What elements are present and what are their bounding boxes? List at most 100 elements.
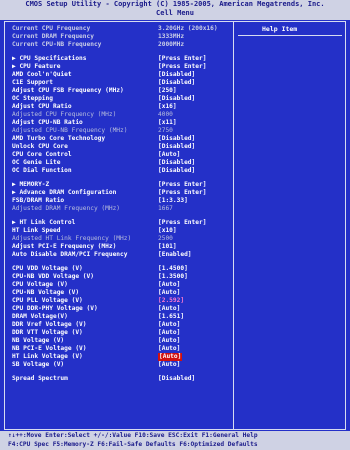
setting-row-ddr-vref-voltage-v[interactable]: DDR Vref Voltage (V) [Auto] — [8, 321, 232, 329]
setting-value: 1333MHz — [158, 33, 185, 40]
setting-value[interactable]: [101] — [158, 243, 177, 251]
setting-row-ht-link-voltage-v[interactable]: HT Link Voltage (V) [Auto] — [8, 353, 232, 361]
setting-row-spread-spectrum[interactable]: Spread Spectrum [Disabled] — [8, 375, 232, 383]
setting-value[interactable]: [Auto] — [158, 353, 183, 361]
setting-value[interactable]: [Auto] — [158, 321, 180, 329]
setting-label: Adjust PCI-E Frequency (MHz) — [12, 243, 117, 250]
setting-row-fsb-dram-ratio[interactable]: FSB/DRAM Ratio [1:3.33] — [8, 197, 232, 205]
setting-value: 2750 — [158, 127, 173, 134]
setting-row-advance-dram-configuration[interactable]: ▶ Advance DRAM Configuration [Press Enter… — [8, 189, 232, 197]
setting-value[interactable]: [Enabled] — [158, 251, 192, 259]
setting-label: ▶ MEMORY-Z — [12, 181, 50, 188]
setting-label: AMD Turbo Core Technology — [12, 135, 106, 142]
setting-label: Spread Spectrum — [12, 375, 68, 382]
setting-row-ddr-vtt-voltage-v[interactable]: DDR VTT Voltage (V) [Auto] — [8, 329, 232, 337]
setting-row-ht-link-speed[interactable]: HT Link Speed [x10] — [8, 227, 232, 235]
setting-value[interactable]: [x11] — [158, 119, 177, 127]
setting-value[interactable]: [Press Enter] — [158, 55, 206, 63]
setting-value[interactable]: [Auto] — [158, 361, 180, 369]
setting-row-oc-stepping[interactable]: OC Stepping [Disabled] — [8, 95, 232, 103]
setting-value[interactable]: [Auto] — [158, 281, 180, 289]
setting-label: CPU Voltage (V) — [12, 281, 68, 288]
setting-value[interactable]: [x16] — [158, 103, 177, 111]
setting-value[interactable]: [Press Enter] — [158, 181, 206, 189]
setting-label: Adjusted DRAM Frequency (MHz) — [12, 205, 121, 212]
setting-label: CPU PLL Voltage (V) — [12, 297, 83, 304]
setting-value[interactable]: [1.651] — [158, 313, 184, 321]
setting-value[interactable]: [Disabled] — [158, 143, 195, 151]
setting-label: Auto Disable DRAM/PCI Frequency — [12, 251, 128, 258]
setting-row-oc-dial-function[interactable]: OC Dial Function [Disabled] — [8, 167, 232, 175]
setting-row-amd-cool-n-quiet[interactable]: AMD Cool'n'Quiet [Disabled] — [8, 71, 232, 79]
setting-value[interactable]: [250] — [158, 87, 177, 95]
setting-row-cpu-vdd-voltage-v[interactable]: CPU VDD Voltage (V) [1.4500] — [8, 265, 232, 273]
setting-row-cpu-voltage-v[interactable]: CPU Voltage (V) [Auto] — [8, 281, 232, 289]
setting-row-nb-pci-e-voltage-v[interactable]: NB PCI-E Voltage (V) [Auto] — [8, 345, 232, 353]
setting-row-cpu-nb-vdd-voltage-v[interactable]: CPU-NB VDD Voltage (V) [1.3500] — [8, 273, 232, 281]
setting-label: Adjusted HT Link Frequency (MHz) — [12, 235, 132, 242]
setting-row-adjust-cpu-ratio[interactable]: Adjust CPU Ratio [x16] — [8, 103, 232, 111]
setting-label: FSB/DRAM Ratio — [12, 197, 65, 204]
setting-label: NB PCI-E Voltage (V) — [12, 345, 87, 352]
setting-row-unlock-cpu-core[interactable]: Unlock CPU Core [Disabled] — [8, 143, 232, 151]
setting-row-dram-voltage-v[interactable]: DRAM Voltage(V) [1.651] — [8, 313, 232, 321]
setting-label: CPU DDR-PHY Voltage (V) — [12, 305, 98, 312]
setting-row-nb-voltage-v[interactable]: NB Voltage (V) [Auto] — [8, 337, 232, 345]
setting-value[interactable]: [1.4500] — [158, 265, 188, 273]
setting-value[interactable]: [1:3.33] — [158, 197, 188, 205]
setting-value[interactable]: [Disabled] — [158, 71, 195, 79]
setting-value[interactable]: [Disabled] — [158, 135, 195, 143]
key-help-bar: ↑↓++:Move Enter:Select +/-/:Value F10:Sa… — [0, 431, 350, 450]
setting-value[interactable]: [Disabled] — [158, 375, 195, 383]
setting-value[interactable]: [Disabled] — [158, 159, 195, 167]
setting-row-adjust-cpu-nb-ratio[interactable]: Adjust CPU-NB Ratio [x11] — [8, 119, 232, 127]
setting-value[interactable]: [Disabled] — [158, 95, 195, 103]
setting-value[interactable]: [Disabled] — [158, 79, 195, 87]
setting-row-cpu-ddr-phy-voltage-v[interactable]: CPU DDR-PHY Voltage (V) [Auto] — [8, 305, 232, 313]
setting-row-oc-genie-lite[interactable]: OC Genie Lite [Disabled] — [8, 159, 232, 167]
key-help-line-2: F4:CPU Spec F5:Memory-Z F6:Fail-Safe Def… — [8, 441, 258, 448]
setting-value[interactable]: [Auto] — [158, 151, 180, 159]
setting-row-adjust-pci-e-frequency-mhz[interactable]: Adjust PCI-E Frequency (MHz) [101] — [8, 243, 232, 251]
setting-value[interactable]: [Press Enter] — [158, 189, 206, 197]
bios-screen: CMOS Setup Utility - Copyright (C) 1985-… — [0, 0, 350, 450]
key-help-line-1: ↑↓++:Move Enter:Select +/-/:Value F10:Sa… — [8, 432, 258, 439]
setting-row-adjust-cpu-fsb-frequency-mhz[interactable]: Adjust CPU FSB Frequency (MHz) [250] — [8, 87, 232, 95]
setting-row-cpu-specifications[interactable]: ▶ CPU Specifications [Press Enter] — [8, 55, 232, 63]
setting-row-cpu-feature[interactable]: ▶ CPU Feature [Press Enter] — [8, 63, 232, 71]
setting-value[interactable]: [x10] — [158, 227, 177, 235]
setting-row-cpu-pll-voltage-v[interactable]: CPU PLL Voltage (V) [2.592] — [8, 297, 232, 305]
setting-value: 2000MHz — [158, 41, 185, 48]
setting-value[interactable]: [Auto] — [158, 289, 180, 297]
setting-label: DDR VTT Voltage (V) — [12, 329, 83, 336]
setting-row-auto-disable-dram-pci-frequency[interactable]: Auto Disable DRAM/PCI Frequency [Enabled] — [8, 251, 232, 259]
setting-row-cpu-nb-voltage-v[interactable]: CPU-NB Voltage (V) [Auto] — [8, 289, 232, 297]
setting-label: Current DRAM Frequency — [12, 33, 94, 40]
setting-value[interactable]: [Press Enter] — [158, 63, 206, 71]
setting-label: Unlock CPU Core — [12, 143, 68, 150]
setting-value[interactable]: [Disabled] — [158, 167, 195, 175]
setting-row-current-dram-frequency: Current DRAM Frequency 1333MHz — [8, 33, 232, 41]
setting-row-memory-z[interactable]: ▶ MEMORY-Z [Press Enter] — [8, 181, 232, 189]
setting-row-cpu-core-control[interactable]: CPU Core Control [Auto] — [8, 151, 232, 159]
setting-label: DDR Vref Voltage (V) — [12, 321, 87, 328]
setting-row-sb-voltage-v[interactable]: SB Voltage (V) [Auto] — [8, 361, 232, 369]
setting-value[interactable]: [Press Enter] — [158, 219, 206, 227]
setting-value[interactable]: [Auto] — [158, 305, 180, 313]
setting-row-adjusted-ht-link-frequency-mhz: Adjusted HT Link Frequency (MHz) 2500 — [8, 235, 232, 243]
setting-row-amd-turbo-core-technology[interactable]: AMD Turbo Core Technology [Disabled] — [8, 135, 232, 143]
window-title: CMOS Setup Utility - Copyright (C) 1985-… — [25, 0, 325, 8]
setting-label: OC Genie Lite — [12, 159, 61, 166]
setting-label: OC Stepping — [12, 95, 53, 102]
setting-row-ht-link-control[interactable]: ▶ HT Link Control [Press Enter] — [8, 219, 232, 227]
setting-value[interactable]: [Auto] — [158, 329, 180, 337]
help-title: Help Item — [262, 25, 298, 33]
setting-value[interactable]: [2.592] — [158, 297, 184, 305]
setting-row-c1e-support[interactable]: C1E Support [Disabled] — [8, 79, 232, 87]
setting-label: Adjust CPU-NB Ratio — [12, 119, 83, 126]
setting-value[interactable]: [Auto] — [158, 345, 180, 353]
setting-value[interactable]: [1.3500] — [158, 273, 188, 281]
setting-value[interactable]: [Auto] — [158, 337, 180, 345]
setting-label: ▶ CPU Feature — [12, 63, 61, 70]
setting-label: C1E Support — [12, 79, 53, 86]
